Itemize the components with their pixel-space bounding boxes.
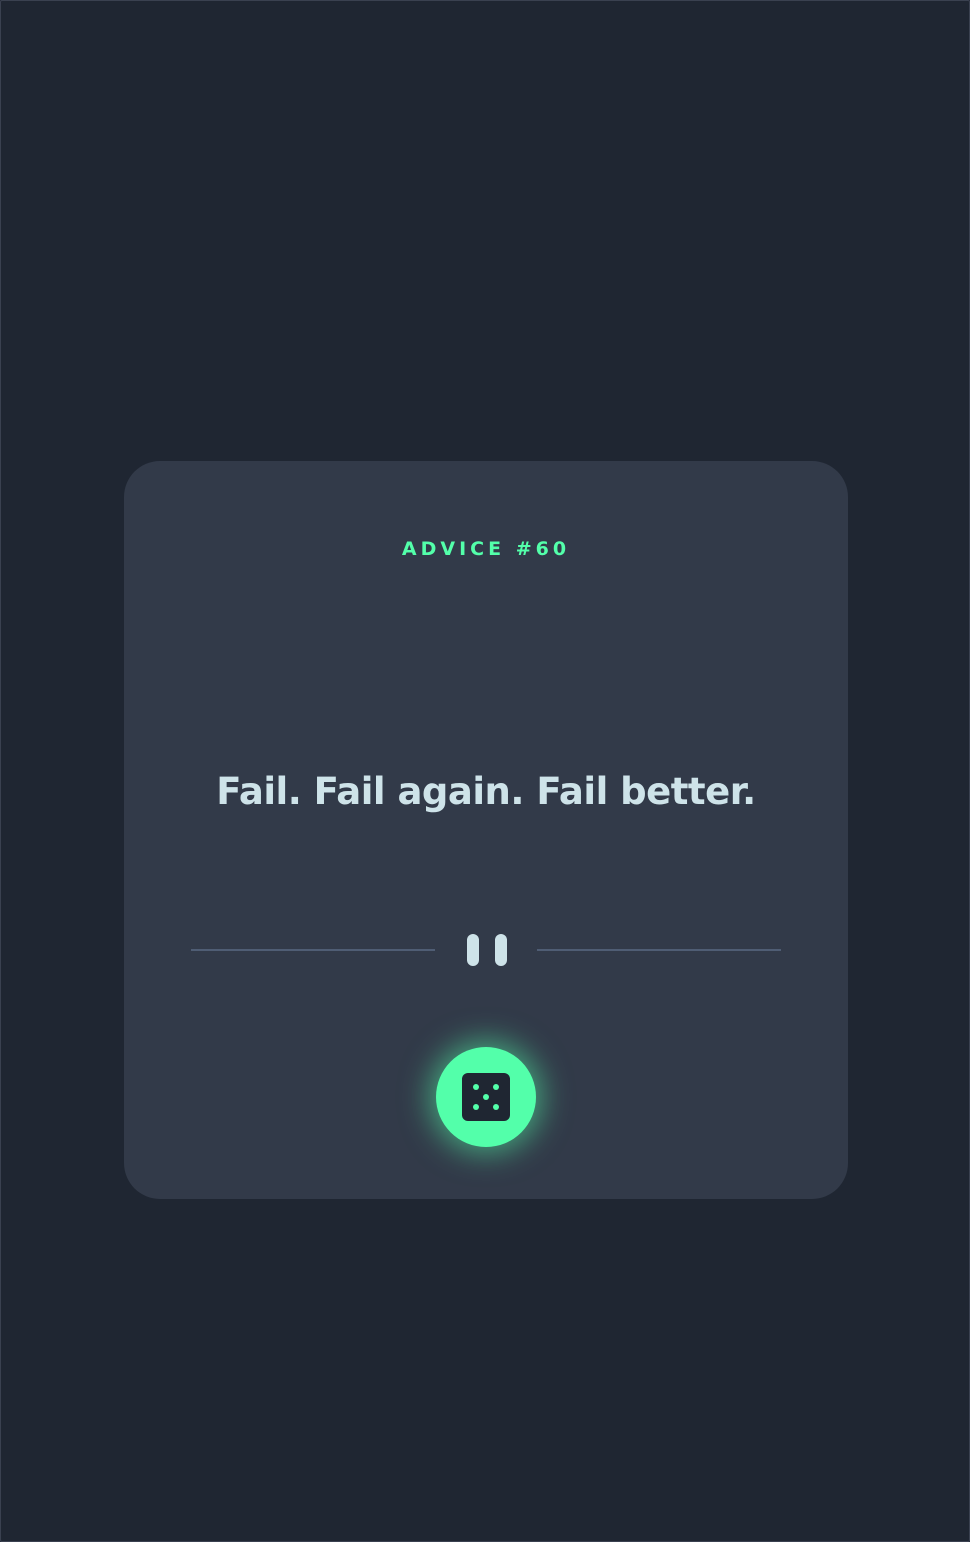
pause-bar-left: [467, 934, 479, 966]
advice-card: ADVICE #60 Fail. Fail again. Fail better…: [124, 461, 848, 1199]
divider: [191, 933, 781, 967]
divider-line-left: [191, 949, 435, 951]
dice-icon: [462, 1073, 510, 1121]
pause-icon: [467, 933, 507, 967]
advice-id: ADVICE #60: [401, 538, 571, 560]
advice-quote: Fail. Fail again. Fail better.: [216, 770, 756, 813]
divider-line-right: [537, 949, 781, 951]
pause-bar-right: [495, 934, 507, 966]
new-advice-button[interactable]: [436, 1047, 536, 1147]
